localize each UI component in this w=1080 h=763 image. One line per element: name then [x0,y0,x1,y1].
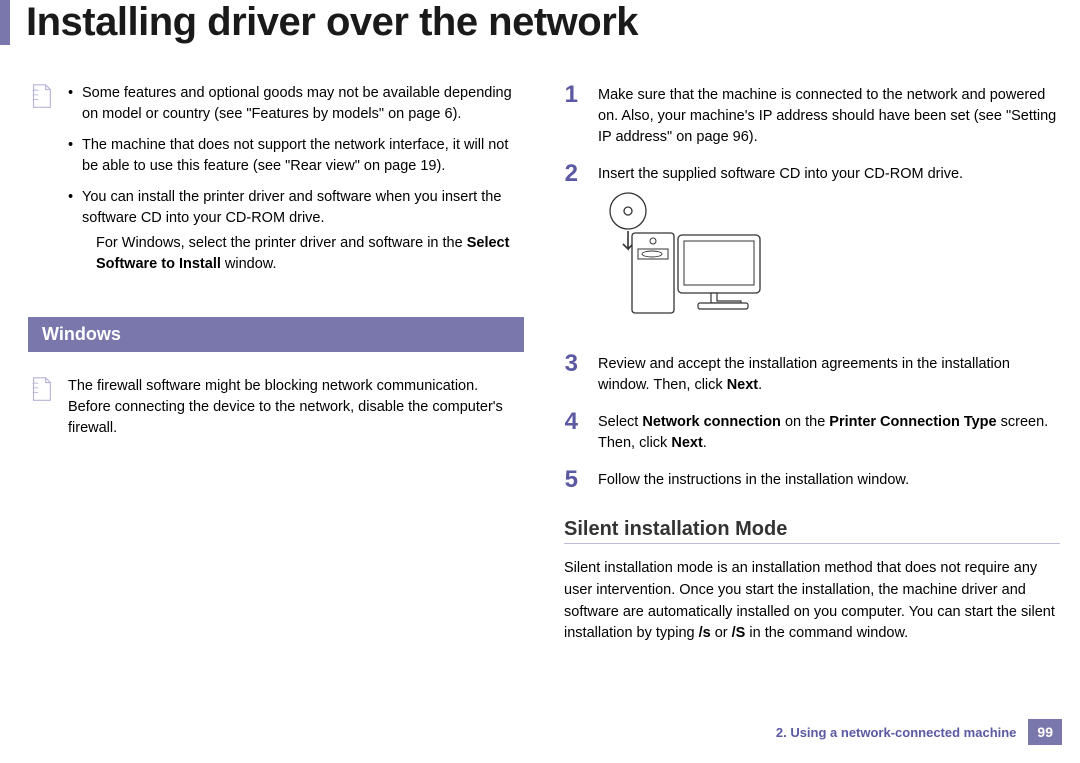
cd-computer-illustration [598,185,1060,338]
step-4: 4 Select Network connection on the Print… [564,410,1060,454]
step-5: 5 Follow the instructions in the install… [564,468,1060,492]
step-number: 5 [564,468,582,492]
note1-item-2: You can install the printer driver and s… [68,187,524,275]
note-block-1: Some features and optional goods may not… [28,83,524,285]
page-title-wrap: Installing driver over the network [0,0,1080,45]
footer-page-number: 99 [1028,719,1062,745]
step-number: 2 [564,162,582,338]
right-column: 1 Make sure that the machine is connecte… [564,83,1060,645]
step-2-body: Insert the supplied software CD into you… [598,162,1060,338]
para-mid: or [711,625,732,641]
left-column: Some features and optional goods may not… [28,83,524,645]
subheading-rule [564,543,1060,544]
step-2: 2 Insert the supplied software CD into y… [564,162,1060,338]
step-3-body: Review and accept the installation agree… [598,352,1060,396]
note-icon [28,376,54,404]
para-bold1: /s [699,625,711,641]
step-4-bold1: Network connection [642,414,781,430]
step-3: 3 Review and accept the installation agr… [564,352,1060,396]
steps-list: 1 Make sure that the machine is connecte… [564,83,1060,492]
subheading-silent: Silent installation Mode [564,518,1060,541]
note-block-2: The firewall software might be blocking … [28,376,524,439]
silent-mode-paragraph: Silent installation mode is an installat… [564,558,1060,645]
note1-item-1: The machine that does not support the ne… [68,135,524,177]
step-4-suffix: . [703,435,707,451]
note1-sub-prefix: For Windows, select the printer driver a… [96,235,467,251]
step-3-bold: Next [727,377,758,393]
note1-item-2-text: You can install the printer driver and s… [82,189,501,226]
step-number: 4 [564,410,582,454]
step-5-body: Follow the instructions in the installat… [598,468,1060,492]
footer-chapter: 2. Using a network-connected machine [776,725,1017,740]
step-number: 1 [564,83,582,148]
step-4-prefix: Select [598,414,642,430]
step-1-body: Make sure that the machine is connected … [598,83,1060,148]
note1-sub-suffix: window. [221,256,277,272]
two-column-layout: Some features and optional goods may not… [0,83,1080,645]
step-4-bold2: Printer Connection Type [829,414,996,430]
step-number: 3 [564,352,582,396]
note-body-1: Some features and optional goods may not… [68,83,524,285]
note-body-2: The firewall software might be blocking … [68,376,524,439]
note1-sub: For Windows, select the printer driver a… [82,233,524,275]
step-1: 1 Make sure that the machine is connecte… [564,83,1060,148]
step-4-bold3: Next [671,435,702,451]
step-4-body: Select Network connection on the Printer… [598,410,1060,454]
page-title: Installing driver over the network [26,0,1080,45]
page-footer: 2. Using a network-connected machine 99 [776,719,1062,745]
step-4-mid: on the [781,414,829,430]
para-bold2: /S [732,625,746,641]
para-suffix: in the command window. [745,625,908,641]
step-3-suffix: . [758,377,762,393]
note1-item-0: Some features and optional goods may not… [68,83,524,125]
step-2-text: Insert the supplied software CD into you… [598,166,963,182]
step-3-prefix: Review and accept the installation agree… [598,356,1010,393]
section-header-windows: Windows [28,317,524,352]
note-icon [28,83,54,111]
